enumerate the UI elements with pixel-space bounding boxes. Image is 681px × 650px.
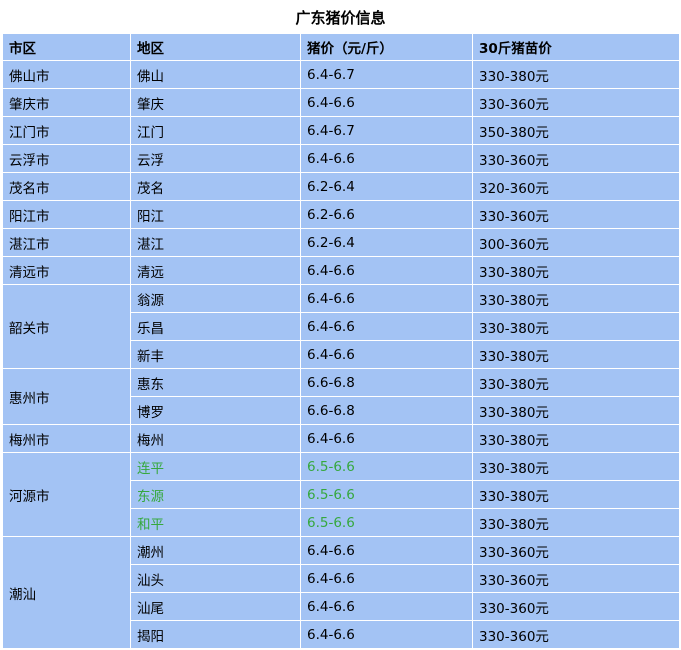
cell-area: 乐昌	[130, 312, 301, 341]
table-row: 清远市 清远 6.4-6.6 330-380元	[2, 256, 680, 285]
cell-area: 湛江	[130, 228, 301, 257]
cell-city: 河源市	[2, 452, 131, 537]
cell-city: 韶关市	[2, 284, 131, 369]
cell-city: 肇庆市	[2, 88, 131, 117]
header-area: 地区	[130, 33, 301, 61]
cell-piglet-price: 330-380元	[472, 340, 680, 369]
cell-price: 6.4-6.7	[300, 116, 473, 145]
cell-area: 潮州	[130, 536, 301, 565]
header-piglet-price: 30斤猪苗价	[472, 33, 680, 61]
cell-price: 6.4-6.6	[300, 536, 473, 565]
cell-area: 佛山	[130, 60, 301, 89]
cell-piglet-price: 330-360元	[472, 592, 680, 621]
cell-city: 梅州市	[2, 424, 131, 453]
cell-area: 翁源	[130, 284, 301, 313]
table-row: 梅州市 梅州 6.4-6.6 330-380元	[2, 424, 680, 453]
cell-price: 6.6-6.8	[300, 396, 473, 425]
cell-piglet-price: 330-360元	[472, 620, 680, 649]
cell-price: 6.5-6.6	[300, 452, 473, 481]
table-body: 佛山市 佛山 6.4-6.7 330-380元 肇庆市 肇庆 6.4-6.6 330-360元…	[2, 60, 680, 649]
pig-price-table: 市区 地区 猪价（元/斤） 30斤猪苗价 佛山市 佛山 6.4-6.7 330-380…	[2, 33, 680, 649]
cell-area: 汕头	[130, 564, 301, 593]
cell-price: 6.6-6.8	[300, 368, 473, 397]
cell-piglet-price: 330-380元	[472, 312, 680, 341]
table-row: 湛江市 湛江 6.2-6.4 300-360元	[2, 228, 680, 257]
cell-price: 6.4-6.6	[300, 620, 473, 649]
table-row: 韶关市 翁源 6.4-6.6 330-380元	[2, 284, 680, 369]
cell-area: 云浮	[130, 144, 301, 173]
cell-area: 惠东	[130, 368, 301, 397]
cell-area: 阳江	[130, 200, 301, 229]
table-row: 茂名市 茂名 6.2-6.4 320-360元	[2, 172, 680, 201]
table-row: 阳江市 阳江 6.2-6.6 330-360元	[2, 200, 680, 229]
cell-piglet-price: 330-360元	[472, 536, 680, 565]
cell-price: 6.4-6.6	[300, 312, 473, 341]
cell-area: 江门	[130, 116, 301, 145]
cell-area: 茂名	[130, 172, 301, 201]
cell-area: 东源	[130, 480, 301, 509]
cell-price: 6.4-6.6	[300, 564, 473, 593]
cell-piglet-price: 330-380元	[472, 424, 680, 453]
cell-area: 新丰	[130, 340, 301, 369]
page-title: 广东猪价信息	[295, 9, 386, 27]
cell-area: 揭阳	[130, 620, 301, 649]
cell-price: 6.2-6.6	[300, 200, 473, 229]
cell-piglet-price: 330-380元	[472, 452, 680, 481]
cell-price: 6.4-6.6	[300, 284, 473, 313]
header-row: 市区 地区 猪价（元/斤） 30斤猪苗价	[2, 33, 680, 61]
cell-piglet-price: 330-360元	[472, 564, 680, 593]
cell-piglet-price: 330-380元	[472, 284, 680, 313]
cell-area: 博罗	[130, 396, 301, 425]
cell-price: 6.4-6.6	[300, 144, 473, 173]
cell-price: 6.4-6.6	[300, 88, 473, 117]
cell-price: 6.5-6.6	[300, 508, 473, 537]
cell-piglet-price: 330-360元	[472, 200, 680, 229]
cell-city: 云浮市	[2, 144, 131, 173]
cell-area: 肇庆	[130, 88, 301, 117]
cell-piglet-price: 330-380元	[472, 368, 680, 397]
table-row: 云浮市 云浮 6.4-6.6 330-360元	[2, 144, 680, 173]
cell-price: 6.2-6.4	[300, 172, 473, 201]
cell-area: 梅州	[130, 424, 301, 453]
cell-city: 江门市	[2, 116, 131, 145]
header-price: 猪价（元/斤）	[300, 33, 473, 61]
cell-area: 和平	[130, 508, 301, 537]
cell-area: 汕尾	[130, 592, 301, 621]
cell-price: 6.5-6.6	[300, 480, 473, 509]
cell-area: 清远	[130, 256, 301, 285]
cell-piglet-price: 330-380元	[472, 396, 680, 425]
cell-price: 6.4-6.7	[300, 60, 473, 89]
cell-price: 6.4-6.6	[300, 340, 473, 369]
cell-piglet-price: 330-360元	[472, 88, 680, 117]
table-row: 惠州市 惠东 6.6-6.8 330-380元	[2, 368, 680, 425]
cell-piglet-price: 330-360元	[472, 144, 680, 173]
table-row: 潮汕 潮州 6.4-6.6 330-360元	[2, 536, 680, 649]
table-row: 肇庆市 肇庆 6.4-6.6 330-360元	[2, 88, 680, 117]
table-row: 江门市 江门 6.4-6.7 350-380元	[2, 116, 680, 145]
cell-price: 6.4-6.6	[300, 256, 473, 285]
cell-piglet-price: 330-380元	[472, 480, 680, 509]
cell-piglet-price: 320-360元	[472, 172, 680, 201]
table-row: 河源市 连平 6.5-6.6 330-380元	[2, 452, 680, 537]
cell-piglet-price: 330-380元	[472, 256, 680, 285]
cell-piglet-price: 330-380元	[472, 508, 680, 537]
cell-piglet-price: 300-360元	[472, 228, 680, 257]
cell-price: 6.2-6.4	[300, 228, 473, 257]
cell-area: 连平	[130, 452, 301, 481]
cell-piglet-price: 330-380元	[472, 60, 680, 89]
header-city: 市区	[2, 33, 131, 61]
cell-city: 茂名市	[2, 172, 131, 201]
cell-city: 清远市	[2, 256, 131, 285]
cell-price: 6.4-6.6	[300, 424, 473, 453]
cell-city: 佛山市	[2, 60, 131, 89]
cell-city: 阳江市	[2, 200, 131, 229]
table-row: 佛山市 佛山 6.4-6.7 330-380元	[2, 60, 680, 89]
cell-city: 惠州市	[2, 368, 131, 425]
cell-city: 潮汕	[2, 536, 131, 649]
cell-city: 湛江市	[2, 228, 131, 257]
cell-price: 6.4-6.6	[300, 592, 473, 621]
cell-piglet-price: 350-380元	[472, 116, 680, 145]
